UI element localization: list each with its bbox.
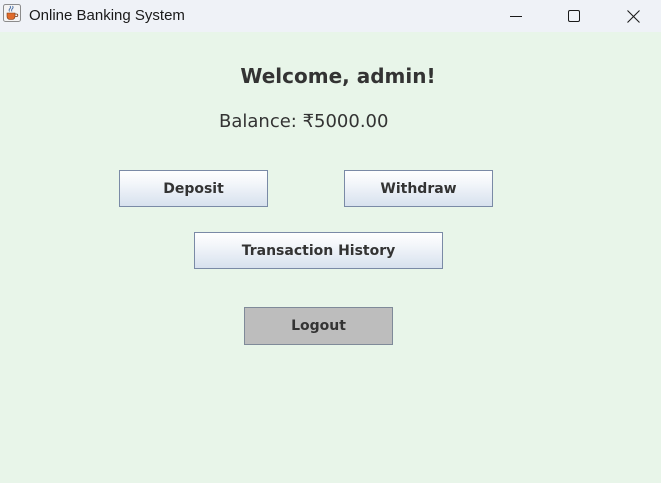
- maximize-button[interactable]: [551, 0, 597, 32]
- minimize-icon: [510, 10, 522, 22]
- java-cup-icon: [3, 4, 21, 22]
- close-icon: [626, 9, 640, 23]
- maximize-icon: [568, 10, 580, 22]
- minimize-button[interactable]: [493, 0, 539, 32]
- close-button[interactable]: [610, 0, 656, 32]
- withdraw-button[interactable]: Withdraw: [344, 170, 493, 207]
- balance-label: Balance: ₹5000.00: [219, 111, 389, 132]
- logout-button[interactable]: Logout: [244, 307, 393, 345]
- app-window: Online Banking System Welcome, admin! Ba…: [0, 0, 661, 483]
- window-title: Online Banking System: [29, 7, 185, 24]
- deposit-button[interactable]: Deposit: [119, 170, 268, 207]
- transaction-history-button[interactable]: Transaction History: [194, 232, 443, 269]
- title-bar[interactable]: Online Banking System: [0, 0, 661, 32]
- welcome-heading: Welcome, admin!: [240, 64, 436, 88]
- dashboard-panel: Welcome, admin! Balance: ₹5000.00 Deposi…: [0, 32, 661, 483]
